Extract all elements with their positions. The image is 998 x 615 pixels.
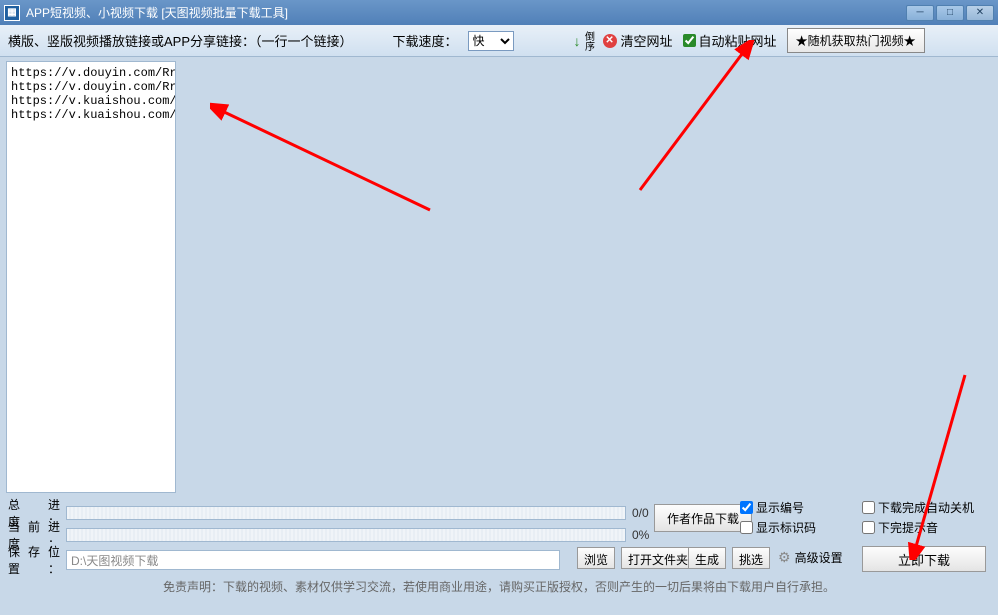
clear-label: 清空网址 xyxy=(621,31,673,50)
save-location-label: 保存位置： xyxy=(8,543,60,577)
window-title: APP短视频、小视频下载 [天图视频批量下载工具] xyxy=(26,4,288,21)
auto-paste-input[interactable] xyxy=(683,34,696,47)
close-button[interactable]: ✕ xyxy=(966,5,994,21)
download-now-button[interactable]: 立即下载 xyxy=(862,546,986,572)
total-progress-bar xyxy=(66,506,626,520)
sort-button[interactable]: ↓ 倒序 xyxy=(574,31,593,51)
save-path-input[interactable] xyxy=(66,550,560,570)
minimize-button[interactable]: ─ xyxy=(906,5,934,21)
sort-label: 倒序 xyxy=(583,31,593,51)
titlebar[interactable]: ▦ APP短视频、小视频下载 [天图视频批量下载工具] ─ □ ✕ xyxy=(0,0,998,25)
show-number-checkbox[interactable]: 显示编号 xyxy=(740,497,816,517)
author-works-button[interactable]: 作者作品下载 xyxy=(654,504,752,532)
clear-icon: ✕ xyxy=(603,34,617,48)
pick-button[interactable]: 挑选 xyxy=(732,547,770,569)
clear-urls-button[interactable]: ✕ 清空网址 xyxy=(603,31,673,50)
current-progress-bar xyxy=(66,528,626,542)
disclaimer: 免责声明：下载的视频、素材仅供学习交流，若使用商业用途，请购买正版授权，否则产生… xyxy=(0,576,998,595)
input-hint-label: 横版、竖版视频播放链接或APP分享链接：（一行一个链接） xyxy=(8,31,353,50)
arrow-down-icon: ↓ xyxy=(574,33,581,49)
open-folder-button[interactable]: 打开文件夹 xyxy=(621,547,695,569)
auto-paste-label: 自动粘贴网址 xyxy=(699,31,777,50)
done-sound-checkbox[interactable]: 下完提示音 xyxy=(862,517,974,537)
browse-button[interactable]: 浏览 xyxy=(577,547,615,569)
auto-shutdown-checkbox[interactable]: 下载完成自动关机 xyxy=(862,497,974,517)
auto-paste-checkbox[interactable]: 自动粘贴网址 xyxy=(683,31,777,50)
gear-icon: ⚙ xyxy=(778,549,791,566)
show-marker-checkbox[interactable]: 显示标识码 xyxy=(740,517,816,537)
url-textarea[interactable] xyxy=(6,61,176,493)
annotation-arrow-1 xyxy=(210,40,440,220)
advanced-settings-link[interactable]: ⚙ 高级设置 xyxy=(778,549,843,566)
app-icon: ▦ xyxy=(4,5,20,21)
speed-select[interactable]: 快 xyxy=(468,31,514,51)
toolbar: 横版、竖版视频播放链接或APP分享链接：（一行一个链接） 下载速度： 快 ↓ 倒… xyxy=(0,25,998,57)
maximize-button[interactable]: □ xyxy=(936,5,964,21)
speed-label: 下载速度： xyxy=(393,31,458,50)
random-hot-button[interactable]: ★随机获取热门视频★ xyxy=(787,28,925,53)
annotation-arrow-2 xyxy=(630,40,770,200)
generate-button[interactable]: 生成 xyxy=(688,547,726,569)
